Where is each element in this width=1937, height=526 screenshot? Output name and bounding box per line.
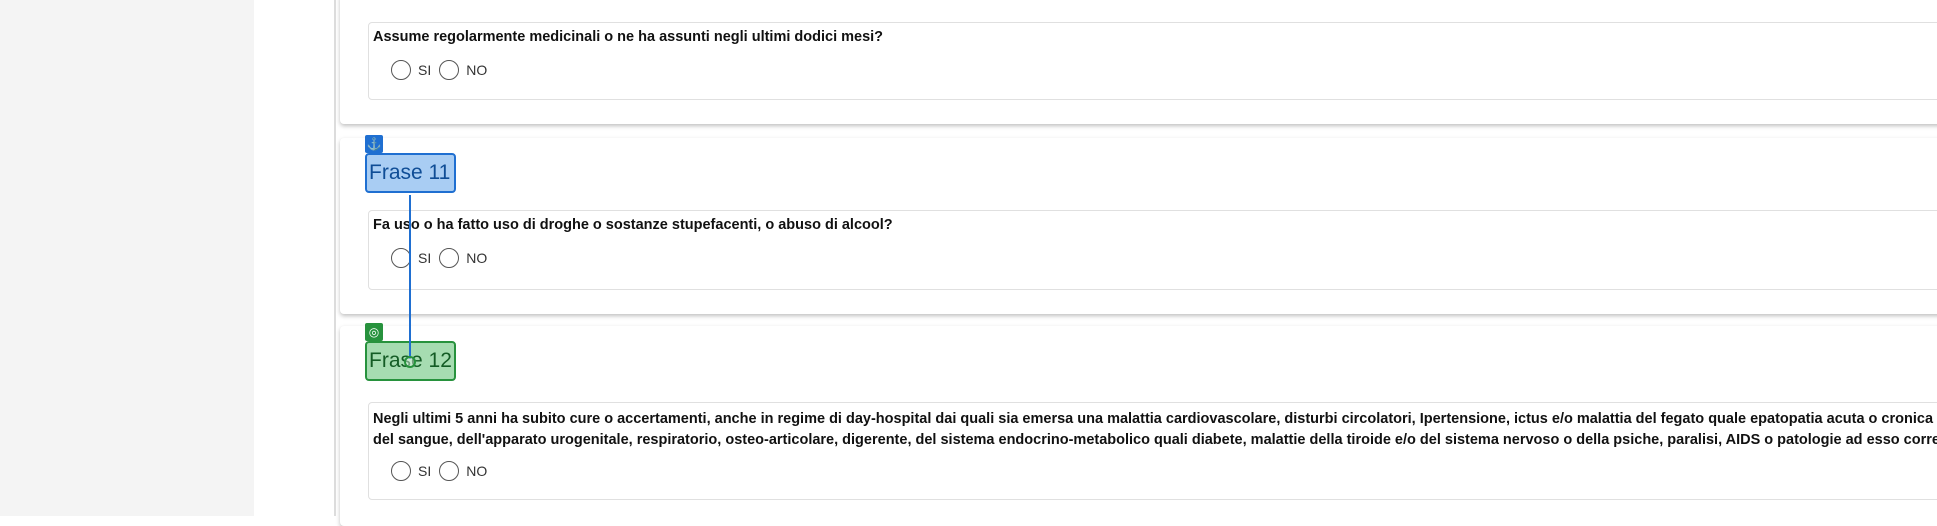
radio-no-label: NO — [466, 463, 488, 479]
radio-si[interactable] — [391, 60, 411, 80]
content-divider — [334, 0, 336, 516]
section-card-10: Assume regolarmente medicinali o ne ha a… — [340, 0, 1937, 124]
drag-handle[interactable] — [404, 356, 416, 368]
section-card-12: Negli ultimi 5 anni ha subito cure o acc… — [340, 326, 1937, 526]
answer-options: SI NO — [391, 60, 495, 80]
frase-11-tag[interactable]: Frase 11 — [365, 153, 456, 193]
question-text: Fa uso o ha fatto uso di droghe o sostan… — [373, 217, 893, 233]
question-box: Assume regolarmente medicinali o ne ha a… — [368, 22, 1937, 100]
radio-no[interactable] — [439, 248, 460, 268]
section-card-11: Fa uso o ha fatto uso di droghe o sostan… — [340, 138, 1937, 314]
radio-no-label: NO — [466, 62, 488, 78]
radio-no[interactable] — [439, 461, 460, 481]
answer-options: SI NO — [391, 248, 495, 268]
radio-si[interactable] — [391, 461, 411, 481]
radio-no[interactable] — [439, 60, 460, 80]
question-box: Negli ultimi 5 anni ha subito cure o acc… — [368, 402, 1937, 500]
left-gutter — [0, 0, 254, 516]
question-text-line-2: del sangue, dell'apparato urogenitale, r… — [373, 432, 1937, 448]
question-box: Fa uso o ha fatto uso di droghe o sostan… — [368, 210, 1937, 290]
target-icon[interactable]: ◎ — [365, 323, 383, 341]
question-text-line-1: Negli ultimi 5 anni ha subito cure o acc… — [373, 411, 1937, 427]
radio-si-label: SI — [418, 250, 432, 266]
answer-options: SI NO — [391, 461, 495, 481]
radio-si[interactable] — [391, 248, 411, 268]
question-text: Assume regolarmente medicinali o ne ha a… — [373, 29, 884, 45]
connector-line — [409, 195, 411, 359]
question-text: Negli ultimi 5 anni ha subito cure o acc… — [373, 409, 1937, 451]
anchor-icon[interactable]: ⚓ — [365, 135, 383, 153]
radio-si-label: SI — [418, 62, 432, 78]
radio-si-label: SI — [418, 463, 432, 479]
radio-no-label: NO — [466, 250, 488, 266]
